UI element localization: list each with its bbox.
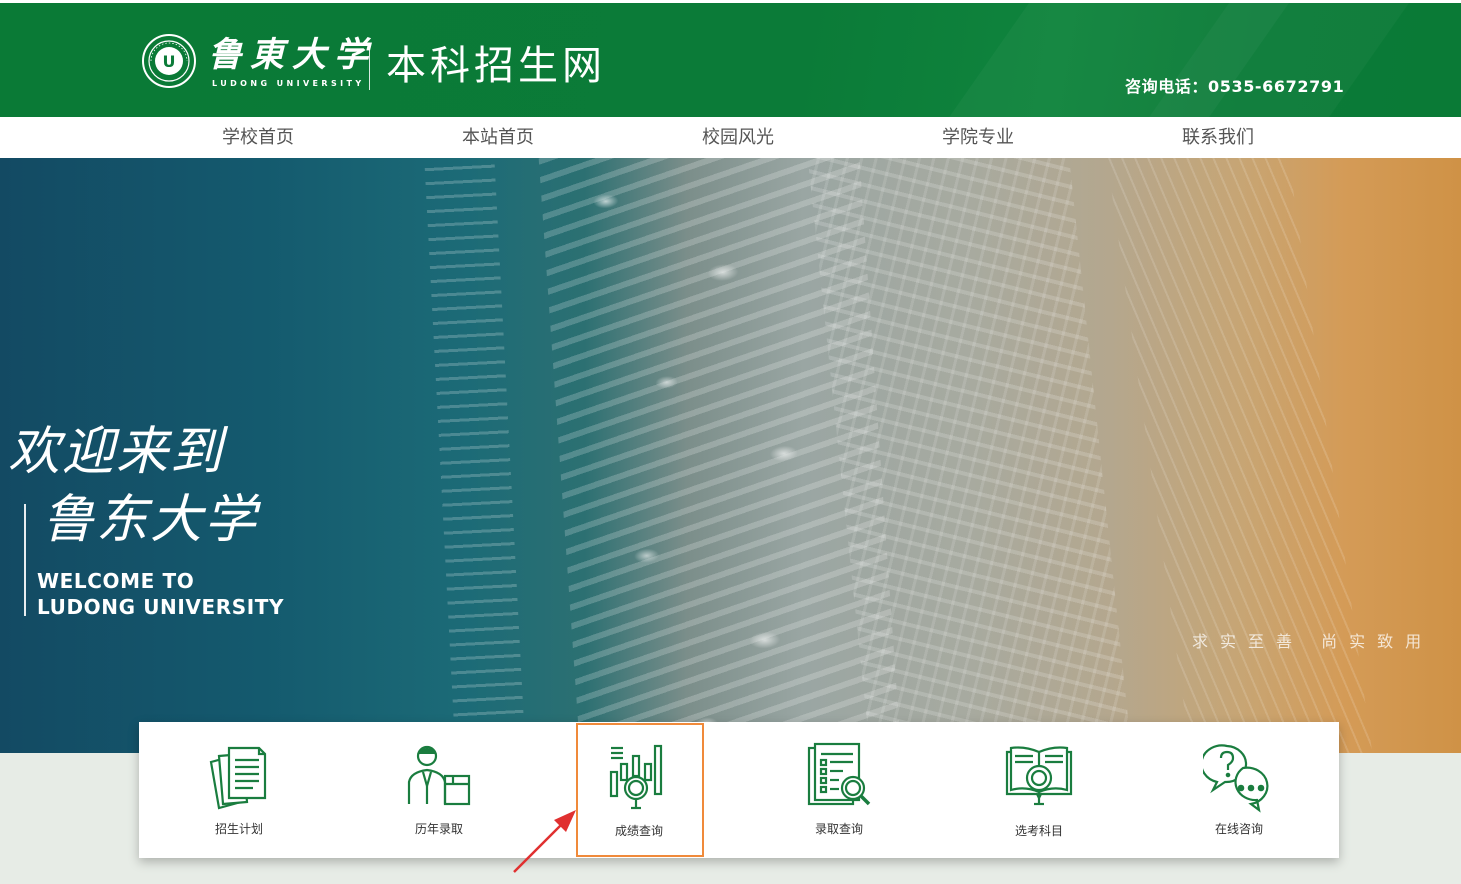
documents-icon	[209, 746, 267, 810]
quick-link-label: 历年录取	[414, 822, 463, 836]
logo-chinese-name[interactable]: 鲁東大学	[208, 35, 376, 75]
nav-item-campus-scenery[interactable]: 校园风光	[678, 117, 798, 158]
banner-sand-texture	[1104, 158, 1376, 753]
logo-divider	[369, 43, 370, 90]
quick-link-elective-subjects[interactable]: 选考科目	[939, 722, 1139, 858]
svg-text:U: U	[163, 52, 176, 71]
welcome-chinese-line2: 鲁东大学	[42, 490, 259, 550]
nav-item-site-home[interactable]: 本站首页	[438, 117, 558, 158]
site-header: U 鲁東大学 LUDONG UNIVERSITY 本科招生网 咨询电话：0535…	[0, 3, 1461, 117]
nav-item-contact-us[interactable]: 联系我们	[1158, 117, 1278, 158]
university-seal-icon[interactable]: U	[141, 33, 197, 89]
book-magnifier-icon	[1005, 746, 1073, 806]
quick-link-label: 录取查询	[814, 822, 863, 836]
welcome-english-line2: LUDONG UNIVERSITY	[37, 595, 285, 619]
quick-link-label: 在线咨询	[1214, 822, 1263, 836]
annotation-arrow-icon	[513, 810, 576, 873]
banner-surf-texture	[423, 158, 527, 753]
quick-link-admission-query[interactable]: 录取查询	[739, 722, 939, 858]
quick-link-label: 招生计划	[214, 822, 263, 836]
welcome-chinese-line1: 欢迎来到	[8, 422, 225, 482]
site-title: 本科招生网	[386, 43, 606, 89]
hero-banner: 欢迎来到 鲁东大学 WELCOME TO LUDONG UNIVERSITY 求…	[0, 158, 1461, 753]
main-nav: 学校首页 本站首页 校园风光 学院专业 联系我们	[0, 117, 1461, 158]
quick-link-past-admissions[interactable]: 历年录取	[339, 722, 539, 858]
person-box-icon	[407, 745, 471, 806]
quick-link-admission-plan[interactable]: 招生计划	[139, 722, 339, 858]
quick-links-card: 招生计划 历年录取 成绩查询 录取查询 选考科目 在线咨询	[139, 722, 1339, 858]
list-magnifier-icon	[807, 742, 871, 806]
nav-item-school-home[interactable]: 学校首页	[198, 117, 318, 158]
welcome-english-line1: WELCOME TO	[37, 569, 195, 593]
consult-phone: 咨询电话：0535-6672791	[1125, 77, 1345, 96]
chat-question-icon	[1203, 744, 1269, 813]
quick-link-label: 选考科目	[1014, 824, 1063, 838]
welcome-divider	[24, 504, 26, 616]
chart-magnifier-icon	[609, 744, 663, 810]
school-motto: 求实至善 尚实致用	[1192, 632, 1434, 651]
nav-item-colleges-majors[interactable]: 学院专业	[918, 117, 1038, 158]
logo-english-name: LUDONG UNIVERSITY	[212, 79, 365, 88]
quick-link-online-consult[interactable]: 在线咨询	[1139, 722, 1339, 858]
